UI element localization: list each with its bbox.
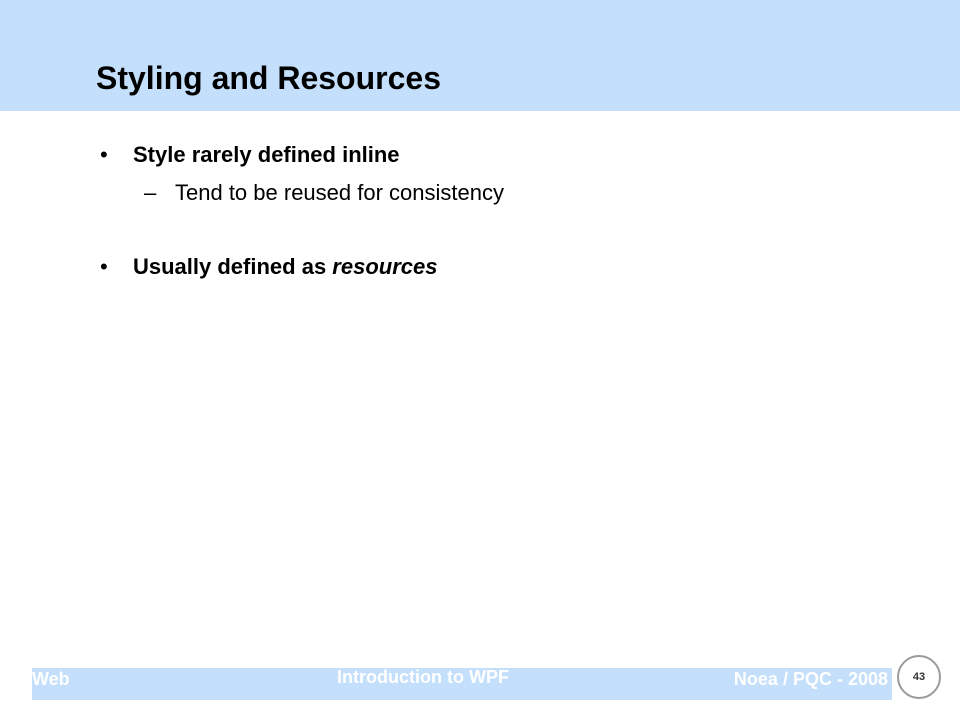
footer-author-year: Noea / PQC - 2008 [733,669,888,689]
bullet-item-style-inline: • Style rarely defined inline [96,138,896,172]
sub-bullet-item-reuse: – Tend to be reused for consistency [96,176,896,210]
bullet-text: Style rarely defined inline [133,142,400,167]
sub-bullet-text: Tend to be reused for consistency [175,180,504,205]
slide-title: Styling and Resources [96,60,441,96]
bullet-dot-icon: • [100,254,108,279]
page-number: 43 [912,671,926,683]
bullet-item-resources: • Usually defined as resources [96,250,896,284]
footer-left-label: Web [32,669,70,689]
sub-bullet-dash-icon: – [144,180,157,205]
slide-content: • Style rarely defined inline – Tend to … [96,138,896,284]
page-number-badge: 43 [897,655,941,699]
bullet-text-emphasis: resources [332,254,438,279]
footer-course-title: Introduction to WPF [337,667,509,687]
bullet-text-prefix: Usually defined as [133,254,333,279]
bullet-dot-icon: • [100,142,108,167]
